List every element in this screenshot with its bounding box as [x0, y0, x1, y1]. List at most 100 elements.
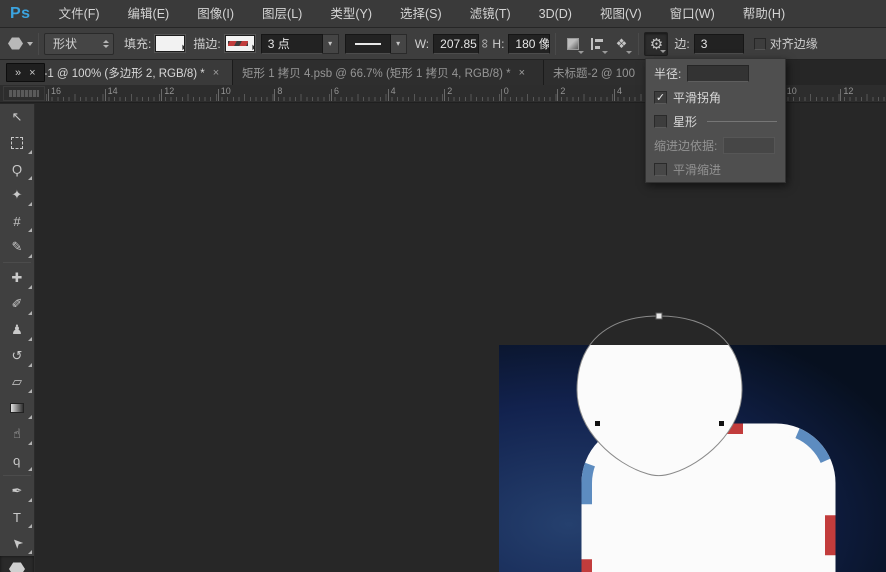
toolbar-grip[interactable] [3, 86, 45, 101]
spot-healing-brush-tool[interactable]: ✚ [0, 265, 34, 291]
indent-sides-input[interactable] [723, 137, 776, 154]
lasso-tool[interactable]: Ϙ [0, 156, 34, 182]
toolbar-separator [3, 262, 31, 263]
floating-panel-chip[interactable]: » × [6, 63, 45, 82]
stroke-color-swatch[interactable] [224, 35, 255, 52]
path-alignment-button[interactable] [585, 32, 609, 56]
document-tab-3[interactable]: 未标题-2 @ 100 [544, 60, 649, 85]
chevron-down-icon [246, 41, 255, 51]
flyout-indicator [28, 176, 32, 180]
path-operations-icon [567, 37, 580, 50]
stroke-label: 描边: [193, 37, 221, 51]
brush-tool[interactable]: ✐ [0, 291, 34, 317]
tab-close-icon[interactable]: × [212, 67, 220, 79]
dodge-tool[interactable]: ρ [0, 447, 34, 473]
ruler-major-tick [444, 89, 446, 101]
smooth-corners-label: 平滑拐角 [673, 91, 722, 105]
link-dimensions-icon[interactable]: ∞ [478, 39, 493, 48]
chevron-down-icon [602, 50, 609, 54]
ruler-major-tick [48, 89, 49, 101]
tab-title: 矩形 1 拷贝 4.psb @ 66.7% (矩形 1 拷贝 4, RGB/8)… [242, 67, 511, 80]
menu-item-10[interactable]: 窗口(W) [656, 0, 729, 28]
ruler-major-tick [614, 89, 615, 101]
pen-tool[interactable]: ✒ [0, 478, 34, 504]
path-operations-button[interactable] [561, 32, 585, 56]
indent-sides-label: 缩进边依据: [654, 139, 718, 153]
menu-item-7[interactable]: 滤镜(T) [456, 0, 525, 28]
menu-item-5[interactable]: 类型(Y) [316, 0, 386, 28]
clone-stamp-tool[interactable]: ♟ [0, 317, 34, 343]
gradient-tool[interactable] [0, 395, 34, 421]
align-edges-label: 对齐边缘 [769, 37, 818, 51]
pen-tool-icon: ✒ [11, 483, 23, 498]
tool-preset-picker[interactable] [8, 37, 33, 50]
fill-label: 填充: [124, 37, 152, 51]
flyout-indicator [28, 441, 32, 445]
fill-color-swatch[interactable] [155, 35, 186, 52]
arrange-layers-icon: ❖ [615, 35, 628, 51]
path-anchor-left[interactable] [595, 421, 600, 426]
magic-wand-tool[interactable]: ✦ [0, 182, 34, 208]
smooth-indents-checkbox[interactable] [654, 163, 667, 176]
type-tool[interactable]: T [0, 504, 34, 530]
document-image[interactable] [499, 316, 886, 572]
menu-item-11[interactable]: 帮助(H) [729, 0, 799, 28]
chevron-down-icon [626, 50, 633, 54]
history-brush-tool-icon: ↺ [11, 348, 23, 363]
menu-item-3[interactable]: 图像(I) [183, 0, 248, 28]
ruler-major-tick [500, 89, 502, 101]
stroke-width-dropdown-button[interactable]: ▾ [322, 33, 339, 54]
close-icon[interactable]: × [29, 67, 35, 79]
flyout-indicator [28, 467, 32, 471]
rectangular-marquee-tool[interactable] [0, 130, 34, 156]
ruler-number: 0 [503, 86, 509, 96]
stroke-type-preview[interactable] [344, 33, 391, 54]
radius-input[interactable] [687, 65, 750, 82]
polygon-shape-tool[interactable] [0, 556, 34, 572]
flyout-indicator [28, 254, 32, 258]
tools-panel: ↖ Ϙ ✦ # ✎ ✚ ✐ ♟ ↺ ▱ ☝ ρ ✒ T ➤ [0, 104, 35, 572]
stroke-width-input[interactable]: 3 点 [260, 33, 323, 54]
star-label: 星形 [673, 115, 698, 129]
flyout-indicator [28, 389, 32, 393]
path-selection-tool-icon: ➤ [7, 534, 26, 553]
smooth-corners-checkbox[interactable]: ✓ [654, 91, 667, 104]
menu-item-8[interactable]: 3D(D) [525, 0, 586, 28]
flyout-indicator [28, 337, 32, 341]
eyedropper-tool[interactable]: ✎ [0, 234, 34, 260]
geometry-options-button[interactable]: ⚙ [644, 31, 669, 56]
shape-width-input[interactable]: 207.85 [433, 33, 480, 54]
menu-item-6[interactable]: 选择(S) [386, 0, 456, 28]
width-label: W: [414, 36, 430, 51]
path-anchor-right[interactable] [719, 421, 724, 426]
double-chevron-icon[interactable]: » [15, 67, 21, 79]
tool-mode-value: 形状 [53, 37, 78, 51]
tab-close-icon[interactable]: × [518, 67, 526, 79]
align-edges-checkbox[interactable] [753, 37, 766, 50]
smooth-indents-label: 平滑缩进 [673, 163, 722, 177]
crop-tool[interactable]: # [0, 208, 34, 234]
shape-height-input[interactable]: 180 像素 [508, 33, 551, 54]
eraser-tool[interactable]: ▱ [0, 369, 34, 395]
document-canvas[interactable] [490, 300, 886, 572]
move-tool[interactable]: ↖ [0, 104, 34, 130]
menu-item-9[interactable]: 视图(V) [586, 0, 656, 28]
smudge-tool[interactable]: ☝ [0, 421, 34, 447]
magic-wand-tool-icon: ✦ [11, 187, 23, 202]
path-anchor-top[interactable] [655, 312, 663, 320]
star-checkbox[interactable] [654, 115, 667, 128]
ruler-number: 4 [617, 86, 623, 96]
eraser-tool-icon: ▱ [12, 374, 22, 389]
ruler-major-tick [331, 89, 332, 101]
stroke-type-dropdown-button[interactable]: ▾ [390, 33, 407, 54]
document-tab-2[interactable]: 矩形 1 拷贝 4.psb @ 66.7% (矩形 1 拷贝 4, RGB/8)… [233, 60, 544, 85]
path-arrangement-button[interactable]: ❖ [609, 32, 633, 56]
tool-mode-select[interactable]: 形状 [44, 32, 114, 55]
history-brush-tool[interactable]: ↺ [0, 343, 34, 369]
photoshop-window: Ps 文件(F) 编辑(E) 图像(I) 图层(L) 类型(Y) 选择(S) 滤镜(T) 3D… [0, 0, 886, 572]
path-selection-tool[interactable]: ➤ [0, 530, 34, 556]
menu-item-1[interactable]: 文件(F) [45, 0, 114, 28]
menu-item-4[interactable]: 图层(L) [248, 0, 316, 28]
menu-item-2[interactable]: 编辑(E) [114, 0, 184, 28]
sides-input[interactable]: 3 [693, 33, 744, 54]
